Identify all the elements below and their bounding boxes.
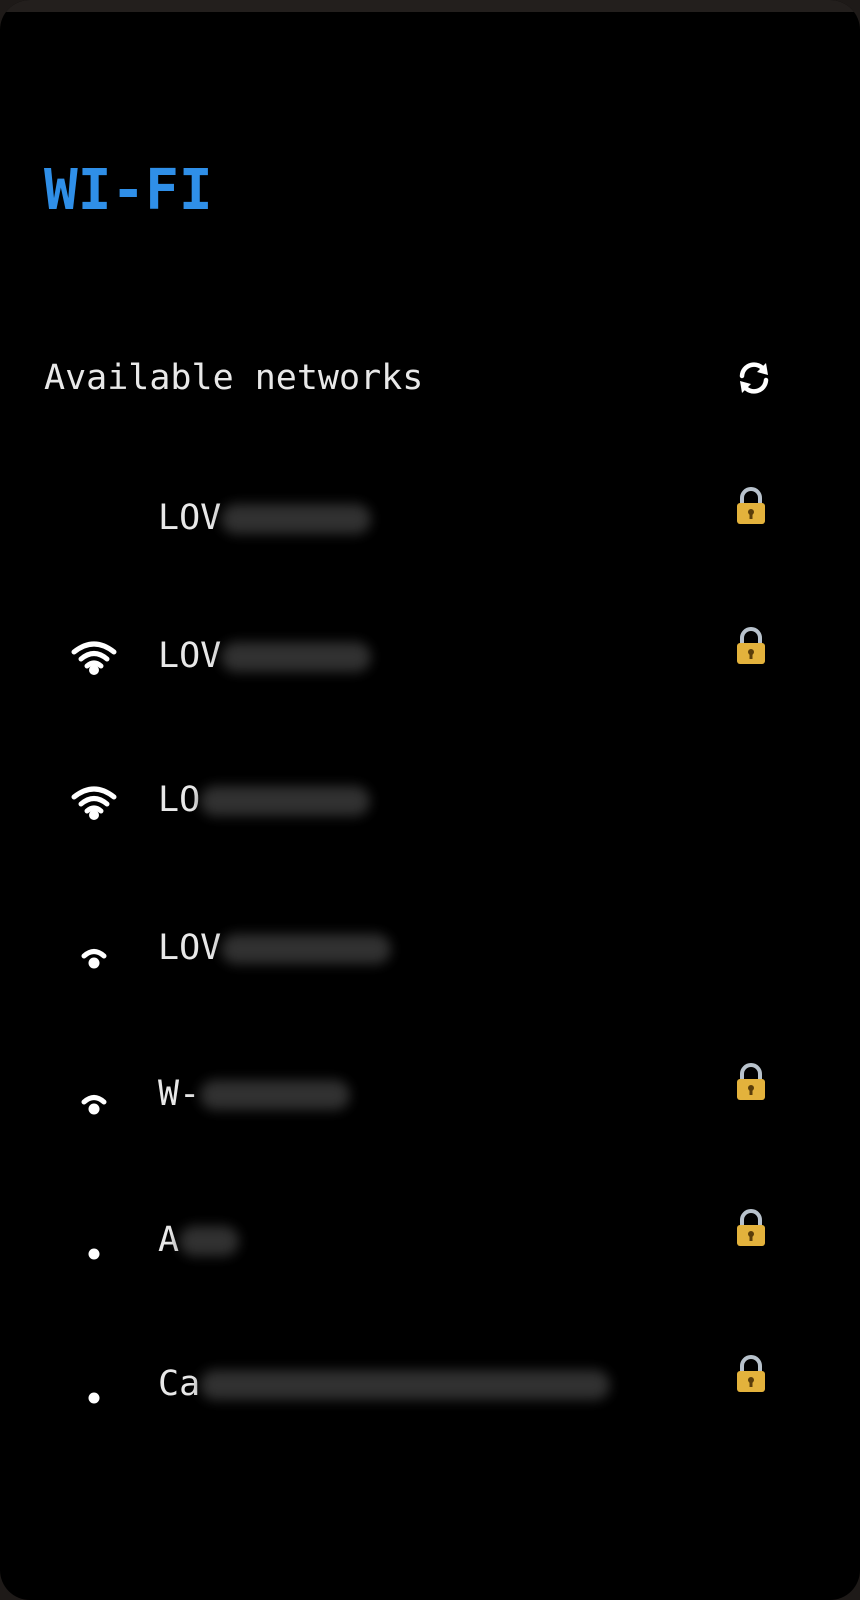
network-name-visible: LOV	[158, 928, 222, 968]
lock-icon	[737, 1063, 765, 1100]
network-list: LOV LOV LO LOV W- A Ca	[0, 0, 860, 1600]
network-name-visible: Ca	[158, 1364, 201, 1404]
network-name-visible: LOV	[158, 636, 222, 676]
network-row[interactable]: LO	[60, 776, 800, 856]
wifi-screen: WI-FI Available networks LOV LOV LO LOV …	[0, 0, 860, 1600]
network-name-redacted	[221, 934, 392, 964]
network-name-redacted	[221, 504, 372, 534]
lock-icon	[737, 627, 765, 664]
network-name: W-	[158, 1072, 351, 1116]
network-row[interactable]: A	[60, 1208, 800, 1288]
network-name: LO	[158, 778, 371, 822]
wifi-signal-icon	[71, 786, 117, 820]
network-row[interactable]: LOV	[60, 486, 800, 566]
lock-icon	[737, 1209, 765, 1246]
network-row[interactable]: LOV	[60, 626, 800, 706]
network-name: LOV	[158, 496, 372, 540]
network-name-redacted	[179, 1226, 240, 1256]
network-name-redacted	[200, 786, 371, 816]
lock-icon	[737, 1355, 765, 1392]
wifi-signal-icon	[71, 641, 117, 675]
network-name-visible: A	[158, 1220, 180, 1260]
network-row[interactable]: Ca	[60, 1354, 800, 1434]
network-name: A	[158, 1218, 240, 1262]
network-name: LOV	[158, 634, 372, 678]
network-row[interactable]: LOV	[60, 926, 800, 1006]
network-name: Ca	[158, 1362, 611, 1406]
network-name-redacted	[200, 1080, 351, 1110]
network-name-visible: W-	[158, 1074, 201, 1114]
wifi-signal-icon	[81, 1095, 107, 1115]
wifi-signal-icon	[88, 1248, 100, 1260]
wifi-signal-icon	[81, 949, 107, 969]
network-name-visible: LOV	[158, 498, 222, 538]
network-name: LOV	[158, 926, 392, 970]
wifi-signal-icon	[88, 1392, 100, 1404]
network-name-redacted	[200, 1370, 611, 1400]
network-name-visible: LO	[158, 780, 201, 820]
network-name-redacted	[221, 642, 372, 672]
network-row[interactable]: W-	[60, 1062, 800, 1142]
lock-icon	[737, 487, 765, 524]
